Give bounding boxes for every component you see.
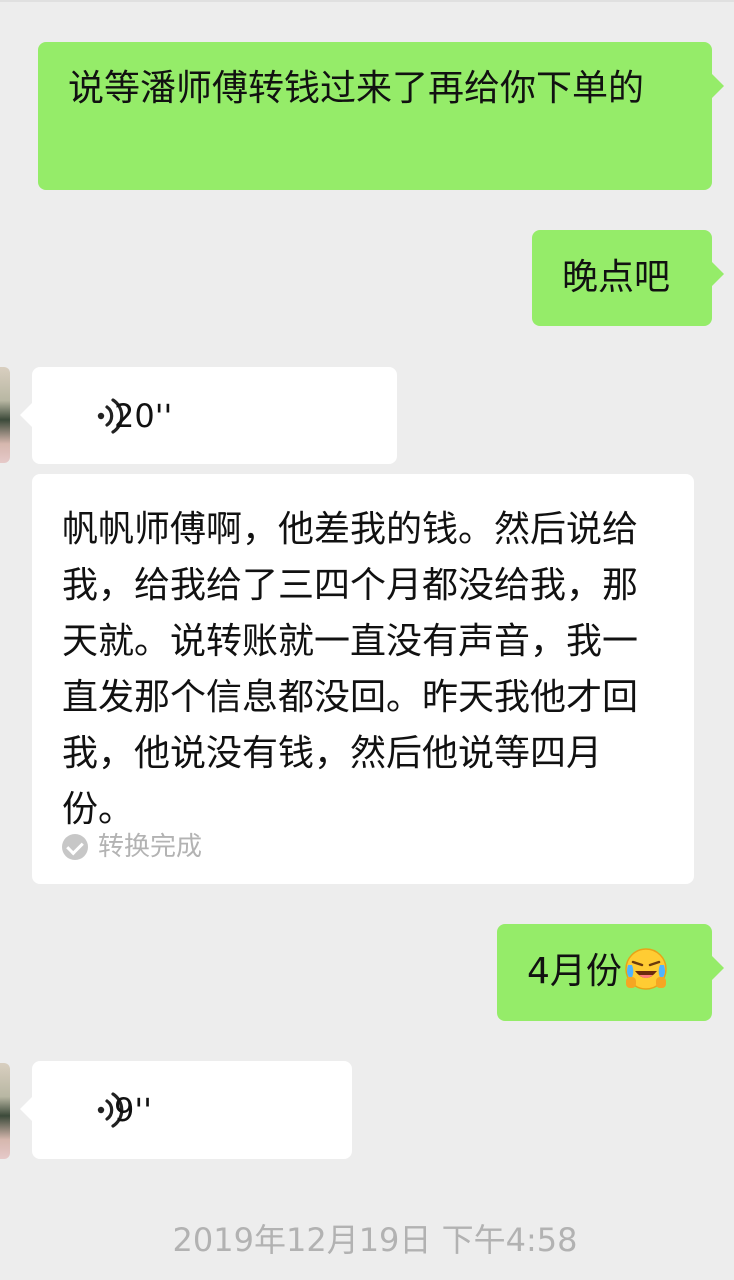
outgoing-message-bubble[interactable]: 4月份 [497, 924, 724, 1021]
message-text: 晚点吧 [562, 257, 671, 298]
contact-avatar[interactable] [0, 367, 10, 463]
voice-duration: 9'' [114, 1091, 152, 1129]
conversion-status: 转换完成 [62, 830, 202, 864]
voice-duration: 20'' [114, 397, 173, 435]
conversion-status-label: 转换完成 [98, 832, 203, 862]
voice-message-bubble[interactable]: 9'' [20, 1061, 352, 1159]
message-timestamp: 2019年12月19日 下午4:58 [172, 1221, 578, 1259]
transcript-text: 帆帆师傅啊，他差我的钱。然后说给我，给我给了三四个月都没给我，那天就。说转账就一… [62, 509, 639, 830]
outgoing-message-bubble[interactable]: 说等潘师傅转钱过来了再给你下单的 [38, 42, 724, 190]
voice-transcript-bubble[interactable]: 帆帆师傅啊，他差我的钱。然后说给我，给我给了三四个月都没给我，那天就。说转账就一… [32, 474, 694, 884]
contact-avatar[interactable] [0, 1063, 10, 1159]
voice-message-bubble[interactable]: 20'' [20, 367, 397, 464]
outgoing-message-bubble[interactable]: 晚点吧 [532, 230, 724, 326]
chat-view[interactable]: 说等潘师傅转钱过来了再给你下单的 晚点吧 20'' 帆帆师傅啊，他差我的钱。然后… [0, 0, 734, 1280]
laughing-crying-emoji-icon [625, 948, 667, 990]
check-circle-icon [62, 834, 88, 860]
top-divider [0, 0, 734, 2]
message-text: 4月份 [527, 951, 622, 992]
message-text: 说等潘师傅转钱过来了再给你下单的 [68, 68, 645, 109]
